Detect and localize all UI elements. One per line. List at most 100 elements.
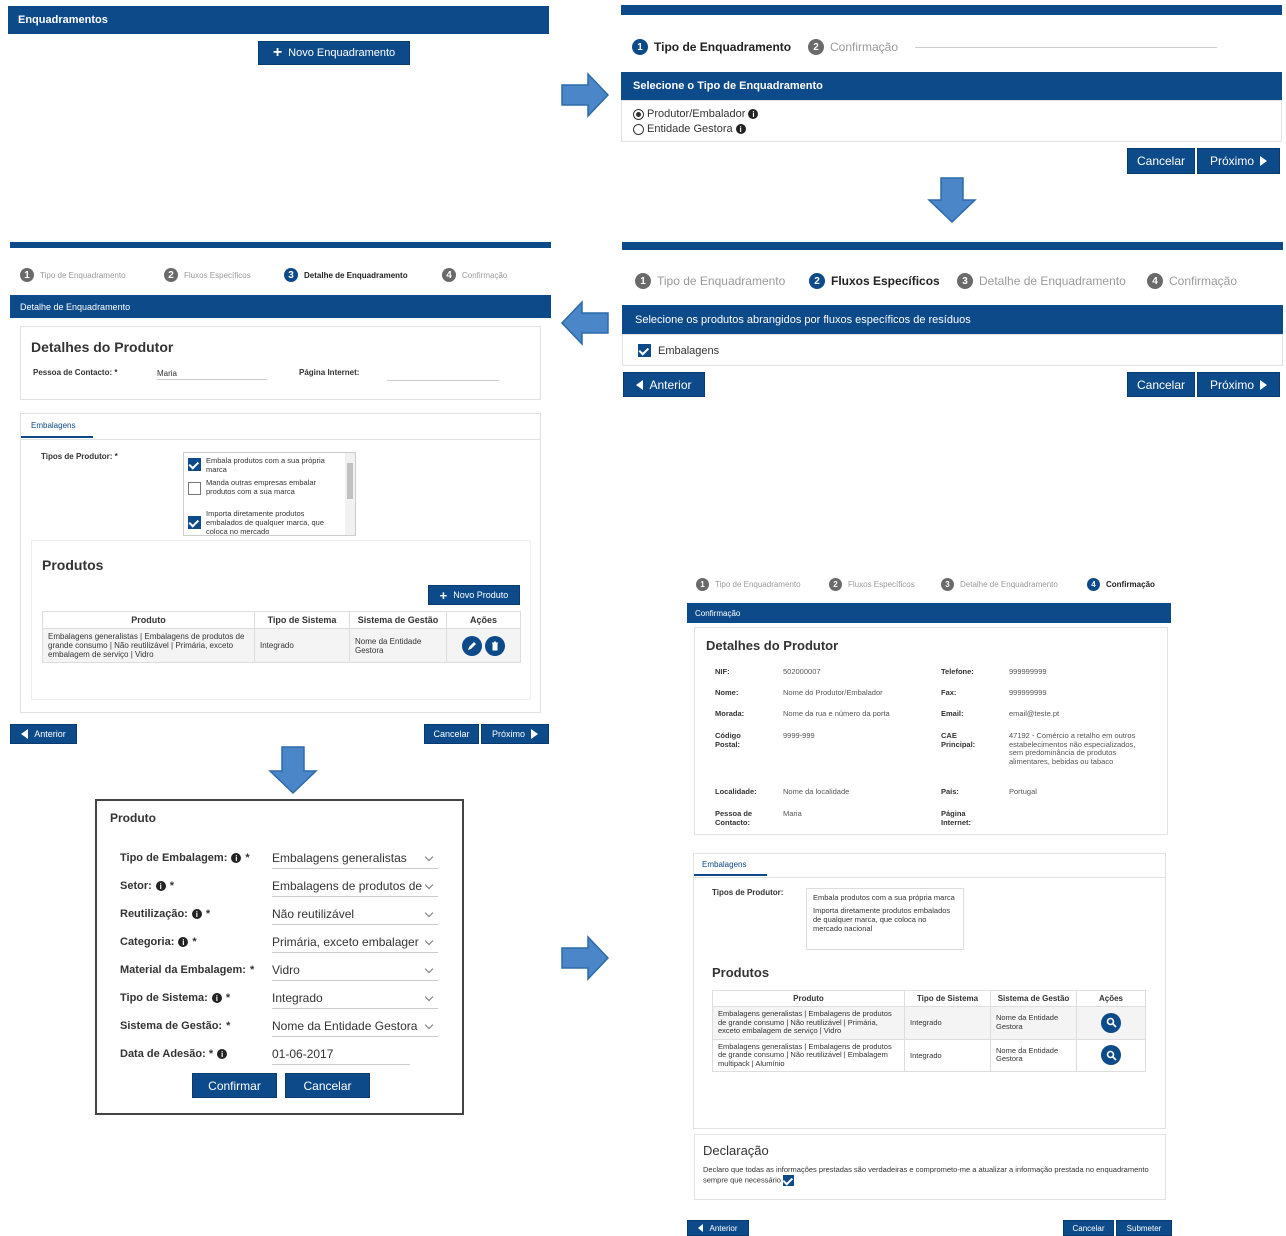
p6-step-2[interactable]: 2 Fluxos Específicos — [829, 578, 915, 591]
field-label-text: Categoria: — [120, 936, 175, 948]
table-cell: Nome da Entidade Gestora — [349, 628, 447, 663]
field-label-text: Tipo de Sistema: — [120, 992, 208, 1004]
p3-step-2[interactable]: 2 Fluxos Específicos — [809, 273, 940, 289]
tab-label: Embalagens — [31, 421, 76, 430]
new-product-button[interactable]: + Novo Produto — [428, 585, 520, 605]
p3-prev-button[interactable]: Anterior — [623, 372, 705, 397]
step-number: 1 — [635, 273, 651, 289]
p3-step-1[interactable]: 1 Tipo de Enquadramento — [635, 273, 785, 289]
p6-prev-button[interactable]: Anterior — [687, 1220, 749, 1236]
arrow-down-icon — [927, 177, 977, 224]
field-select[interactable]: Integrado — [272, 989, 438, 1009]
p6-products-table: Produto Tipo de Sistema Sistema de Gestã… — [712, 990, 1146, 1072]
search-icon[interactable] — [1101, 1012, 1121, 1033]
p2-step-1[interactable]: 1 Tipo de Enquadramento — [632, 39, 791, 55]
field-select[interactable]: Nome da Entidade Gestora — [272, 1017, 438, 1037]
p3-cancel-button[interactable]: Cancelar — [1127, 372, 1195, 397]
scrollbar-thumb[interactable] — [347, 463, 353, 499]
search-icon[interactable] — [1101, 1045, 1121, 1066]
confirm-button[interactable]: Confirmar — [192, 1073, 277, 1098]
delete-icon[interactable] — [484, 635, 505, 656]
radio-checked-icon — [633, 108, 644, 120]
field-label-text: Sistema de Gestão: — [120, 1020, 223, 1032]
new-enquadramento-button[interactable]: + Novo Enquadramento — [258, 41, 410, 65]
tab-embalagens[interactable]: Embalagens — [21, 414, 93, 438]
p6-step-1[interactable]: 1 Tipo de Enquadramento — [696, 578, 801, 591]
p4-step-3[interactable]: 3 Detalhe de Enquadramento — [284, 268, 408, 282]
step-number: 3 — [957, 273, 973, 289]
p6-step-3[interactable]: 3 Detalhe de Enquadramento — [941, 578, 1058, 591]
p3-next-button[interactable]: Próximo — [1197, 372, 1280, 397]
info-icon: i — [178, 937, 189, 947]
type-option-3[interactable]: Importa diretamente produtos embalados d… — [188, 509, 338, 535]
type-option-2[interactable]: Manda outras empresas embalar produtos c… — [188, 478, 338, 496]
p2-step-2[interactable]: 2 Confirmação — [808, 39, 898, 55]
radio-produtor[interactable]: Produtor/Embalador i — [633, 108, 759, 120]
p4-prev-button[interactable]: Anterior — [10, 724, 77, 744]
submit-label: Submeter — [1126, 1223, 1162, 1233]
p2-cancel-button[interactable]: Cancelar — [1127, 148, 1195, 174]
detail-key: Email: — [941, 709, 964, 718]
edit-icon[interactable] — [462, 635, 483, 656]
field-select[interactable]: Vidro — [272, 961, 438, 981]
form-row: Data de Adesão: * i 01-06-2017 — [120, 1045, 440, 1065]
step-number: 1 — [696, 578, 709, 591]
listbox-scrollbar[interactable] — [345, 453, 355, 535]
modal-cancel-button[interactable]: Cancelar — [285, 1073, 370, 1098]
field-value: 01-06-2017 — [272, 1047, 334, 1061]
contact-input[interactable]: Maria — [157, 369, 267, 380]
field-label-text: Tipo de Embalagem: — [120, 852, 228, 864]
types-listbox[interactable]: Embala produtos com a sua própria marca … — [183, 452, 356, 536]
p6-submit-button[interactable]: Submeter — [1116, 1220, 1172, 1236]
detail-key: Nome: — [715, 688, 739, 697]
cancel-label: Cancelar — [433, 729, 470, 739]
declaration-checkbox[interactable] — [783, 1175, 795, 1186]
new-enquadramento-label: Novo Enquadramento — [288, 47, 396, 59]
p6-step-4[interactable]: 4 Confirmação — [1087, 578, 1155, 591]
radio-unchecked-icon — [633, 123, 644, 135]
detail-value: email@teste.pt — [1009, 709, 1060, 718]
p6-details-panel: Detalhes do Produtor NIF: 502000007 Nome: N… — [694, 627, 1168, 835]
p3-step-3[interactable]: 3 Detalhe de Enquadramento — [957, 273, 1126, 289]
p4-details-title: Detalhes do Produtor — [31, 339, 174, 355]
cancel-label: Cancelar — [1136, 154, 1186, 168]
cancel-label: Cancelar — [303, 1078, 352, 1093]
p4-step-4[interactable]: 4 Confirmação — [442, 268, 507, 282]
field-select[interactable]: Não reutilizável — [272, 905, 438, 925]
field-label: Material da Embalagem: * — [120, 964, 254, 976]
step-number: 3 — [284, 268, 298, 282]
field-value: Embalagens generalistas — [272, 851, 407, 865]
p3-step-4[interactable]: 4 Confirmação — [1147, 273, 1237, 289]
type-option-1[interactable]: Embala produtos com a sua própria marca — [188, 456, 338, 474]
web-label: Página Internet: — [299, 368, 360, 377]
p2-step-line — [915, 47, 1217, 48]
field-select[interactable]: Primária, exceto embalager — [272, 933, 438, 953]
field-date-input[interactable]: 01-06-2017 — [272, 1045, 410, 1065]
embalagens-checkbox[interactable]: Embalagens — [638, 344, 719, 357]
chevron-down-icon — [424, 880, 434, 889]
radio-entidade[interactable]: Entidade Gestora i — [633, 123, 746, 135]
p4-cancel-button[interactable]: Cancelar — [424, 724, 479, 744]
p2-topbar — [621, 5, 1282, 15]
form-row: Material da Embalagem: * Vidro — [120, 961, 440, 981]
field-label-text: Reutilização: — [120, 908, 188, 920]
table-cell: Embalagens generalistas | Embalagens de … — [712, 1038, 905, 1072]
p2-section-title: Selecione o Tipo de Enquadramento — [633, 80, 823, 92]
step-label: Detalhe de Enquadramento — [979, 274, 1126, 288]
chevron-down-icon — [424, 992, 434, 1001]
field-select[interactable]: Embalagens de produtos de — [272, 877, 438, 897]
p6-cancel-button[interactable]: Cancelar — [1063, 1220, 1114, 1236]
p4-step-2[interactable]: 2 Fluxos Específicos — [164, 268, 251, 282]
p4-next-button[interactable]: Próximo — [481, 724, 549, 744]
detail-value: Nome do Produtor/Embalador — [783, 688, 883, 697]
field-select[interactable]: Embalagens generalistas — [272, 849, 438, 869]
detail-value: Nome da localidade — [783, 787, 850, 796]
info-icon: i — [191, 909, 202, 919]
web-input[interactable] — [387, 369, 499, 381]
detail-key: Pessoa de Contacto: — [715, 809, 753, 827]
p4-step-1[interactable]: 1 Tipo de Enquadramento — [20, 268, 126, 282]
play-left-icon — [698, 1224, 704, 1232]
p2-next-button[interactable]: Próximo — [1197, 148, 1280, 174]
info-icon: i — [735, 124, 746, 134]
p6-tab-embalagens[interactable]: Embalagens — [694, 854, 767, 876]
